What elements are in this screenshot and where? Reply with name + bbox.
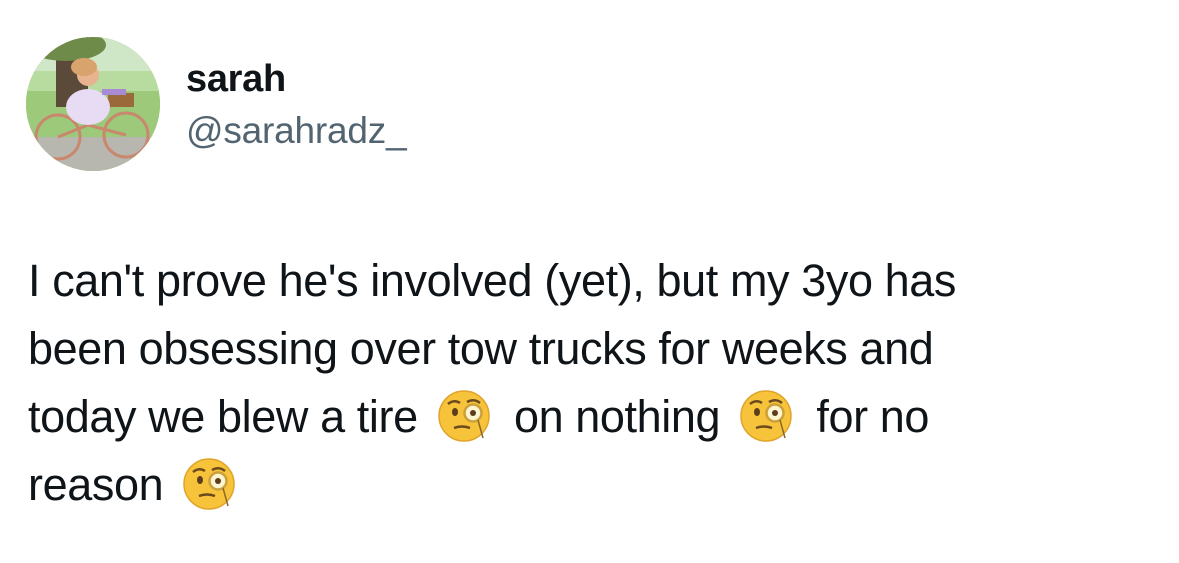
tweet-text-segment: reason [28, 459, 164, 510]
monocle-face-emoji-icon [181, 456, 237, 512]
tweet-text-segment: on nothing [513, 391, 721, 442]
monocle-face-emoji-icon [436, 388, 492, 444]
tweet-text-line: been obsessing over tow trucks for weeks… [28, 323, 934, 374]
monocle-face-emoji-icon [738, 388, 794, 444]
tweet-card: sarah @sarahradz_ I can't prove he's inv… [0, 0, 1179, 563]
user-handle[interactable]: @sarahradz_ [186, 110, 407, 152]
tweet-text-line: today we blew a tire on nothing for no [28, 383, 1158, 451]
tweet-text-segment: for no [816, 391, 930, 442]
tweet-text: I can't prove he's involved (yet), but m… [28, 247, 1158, 519]
tweet-text-line: I can't prove he's involved (yet), but m… [28, 255, 957, 306]
display-name[interactable]: sarah [186, 58, 286, 101]
avatar-photo-icon [26, 37, 160, 171]
tweet-text-segment: today we blew a tire [28, 391, 418, 442]
tweet-text-line: reason [28, 451, 1158, 519]
avatar[interactable] [26, 37, 160, 171]
